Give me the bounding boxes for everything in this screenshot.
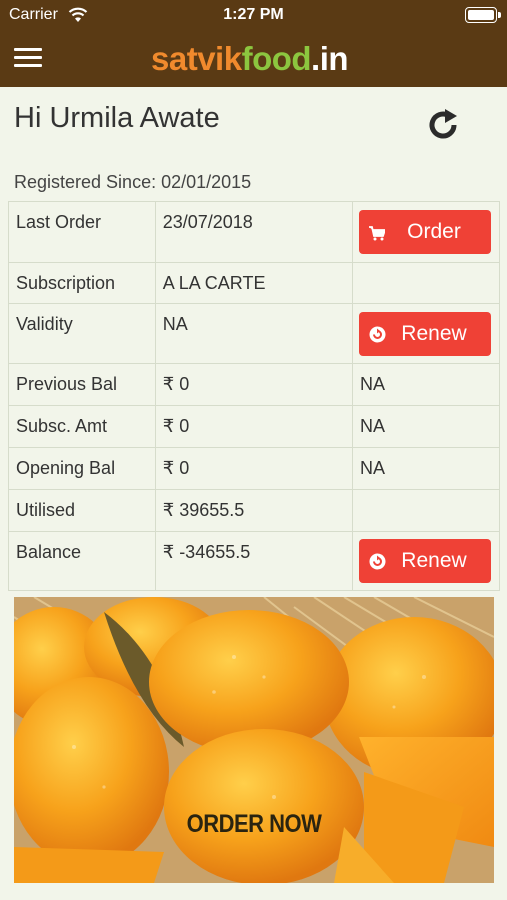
- table-row: Utilised ₹ 39655.5: [8, 489, 501, 532]
- row-label: Opening Bal: [8, 447, 156, 490]
- row-extra: [351, 262, 501, 304]
- row-label: Subscription: [8, 262, 156, 304]
- table-row: Subsc. Amt ₹ 0 NA: [8, 405, 501, 448]
- row-extra: NA: [351, 447, 501, 490]
- greeting-title: Hi Urmila Awate: [14, 102, 220, 134]
- registered-since: Registered Since: 02/01/2015: [14, 172, 252, 192]
- status-bar: Carrier 1:27 PM: [0, 0, 507, 30]
- row-value: 23/07/2018: [154, 201, 353, 263]
- row-label: Validity: [8, 303, 156, 364]
- table-row: Validity NA Renew: [8, 303, 501, 364]
- row-label: Last Order: [8, 201, 156, 263]
- battery-icon: [465, 7, 501, 23]
- row-value: ₹ 0: [154, 447, 353, 490]
- refresh-icon[interactable]: [424, 106, 462, 144]
- row-value: ₹ -34655.5: [154, 531, 353, 591]
- renew-icon: [369, 325, 386, 349]
- order-button-label: Order: [407, 220, 461, 243]
- renew-button[interactable]: Renew: [358, 311, 491, 356]
- table-row: Subscription A LA CARTE: [8, 262, 501, 304]
- app-logo: satvikfood.in: [151, 40, 349, 78]
- renew-button-label: Renew: [401, 549, 467, 572]
- order-button[interactable]: Order: [358, 210, 491, 254]
- hamburger-menu-icon[interactable]: [14, 47, 42, 69]
- renew-button[interactable]: Renew: [358, 539, 491, 583]
- logo-part-food: food: [241, 40, 312, 77]
- order-now-text: ORDER NOW: [186, 809, 322, 838]
- row-label: Balance: [8, 531, 156, 591]
- row-value: A LA CARTE: [154, 262, 353, 304]
- row-label: Subsc. Amt: [8, 405, 156, 448]
- row-label: Utilised: [8, 489, 156, 532]
- table-row: Balance ₹ -34655.5 Renew: [8, 531, 501, 591]
- logo-part-satvik: satvik: [151, 40, 242, 77]
- row-extra: NA: [351, 363, 501, 406]
- table-row: Opening Bal ₹ 0 NA: [8, 447, 501, 490]
- table-row: Previous Bal ₹ 0 NA: [8, 363, 501, 406]
- renew-icon: [369, 552, 386, 576]
- app-header: satvikfood.in: [0, 30, 507, 87]
- mango-illustration: [14, 597, 494, 883]
- row-value: NA: [154, 303, 353, 364]
- row-value: ₹ 0: [154, 363, 353, 406]
- row-extra: NA: [351, 405, 501, 448]
- clock: 1:27 PM: [223, 6, 284, 23]
- table-row: Last Order 23/07/2018 Order: [8, 201, 501, 263]
- renew-button-label: Renew: [401, 321, 467, 345]
- logo-part-domain: .in: [311, 40, 349, 77]
- row-label: Previous Bal: [8, 363, 156, 406]
- row-value: ₹ 0: [154, 405, 353, 448]
- account-summary-table: Last Order 23/07/2018 Order Subscription…: [8, 201, 501, 591]
- cart-icon: [368, 223, 387, 247]
- row-value: ₹ 39655.5: [154, 489, 353, 532]
- order-now-banner[interactable]: ORDER NOW: [14, 597, 494, 883]
- row-extra: [351, 489, 501, 532]
